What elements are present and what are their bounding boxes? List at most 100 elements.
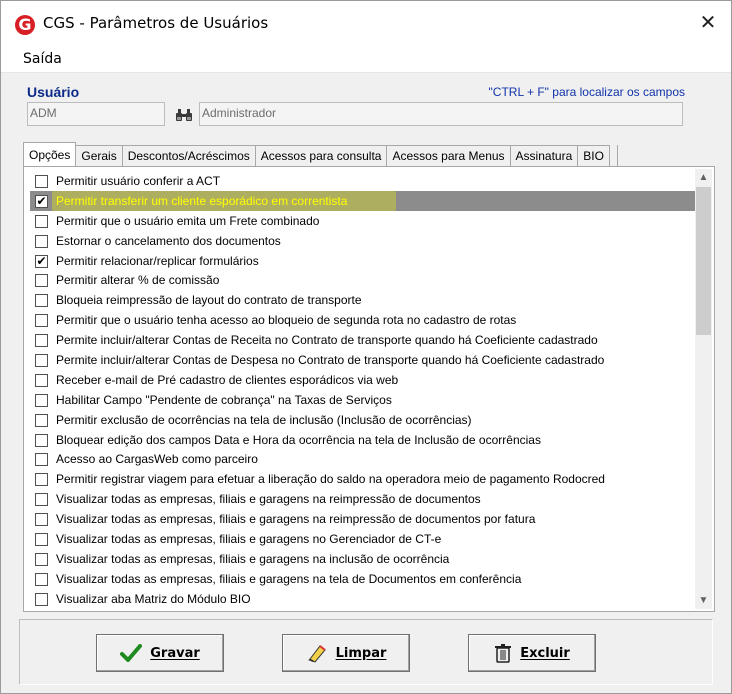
option-checkbox[interactable]	[35, 533, 48, 547]
user-name-field[interactable]: Administrador	[199, 102, 683, 126]
tab-assinatura[interactable]: Assinatura	[510, 145, 579, 167]
options-list: Permitir usuário conferir a ACT ✔ Permitir…	[30, 171, 696, 609]
option-row[interactable]: Habilitar Campo "Pendente de cobrança" n…	[30, 390, 696, 410]
option-row[interactable]: Permitir alterar % de comissão	[30, 270, 696, 290]
trash-icon	[494, 643, 512, 663]
checkmark-icon	[120, 644, 143, 662]
option-row[interactable]: Permitir exclusão de ocorrências na tela…	[30, 410, 696, 430]
user-label: Usuário	[27, 84, 80, 100]
option-label: Permitir transferir um cliente esporádic…	[56, 193, 348, 208]
tab-filler	[610, 145, 618, 167]
close-button[interactable]: ✕	[685, 1, 731, 43]
scroll-down-icon[interactable]: ▼	[695, 592, 712, 609]
tab-acessos-menus[interactable]: Acessos para Menus	[387, 145, 511, 167]
option-row[interactable]: Acesso ao CargasWeb como parceiro	[30, 449, 696, 469]
option-label: Permitir usuário conferir a ACT	[56, 174, 221, 188]
option-checkbox[interactable]	[35, 314, 48, 328]
tab-gerais[interactable]: Gerais	[76, 145, 123, 167]
option-label: Bloquear edição dos campos Data e Hora d…	[56, 432, 541, 447]
tab-acessos-consulta[interactable]: Acessos para consulta	[255, 145, 388, 167]
option-label: Habilitar Campo "Pendente de cobrança" n…	[56, 392, 392, 407]
option-checkbox[interactable]	[35, 413, 48, 427]
tab-strip: Opções Gerais Descontos/Acréscimos Acess…	[23, 141, 709, 168]
option-row[interactable]: ✔ Permitir transferir um cliente esporádi…	[30, 190, 696, 211]
excluir-button[interactable]: Excluir	[468, 634, 596, 672]
app-window: G CGS - Parâmetros de Usuários ✕ Saída U…	[0, 0, 732, 694]
option-checkbox[interactable]	[35, 274, 48, 288]
option-label: Estornar o cancelamento dos documentos	[56, 233, 281, 248]
option-checkbox[interactable]	[35, 572, 48, 586]
excluir-label: Excluir	[520, 645, 570, 661]
option-row[interactable]: Visualizar todas as empresas, filiais e …	[30, 509, 696, 529]
option-row[interactable]: Visualizar todas as empresas, filiais e …	[30, 549, 696, 569]
option-checkbox[interactable]	[35, 453, 48, 467]
option-checkbox[interactable]	[35, 294, 48, 308]
option-label: Visualizar todas as empresas, filiais e …	[56, 551, 450, 566]
scroll-thumb[interactable]	[696, 187, 711, 335]
option-label: Acesso ao CargasWeb como parceiro	[56, 452, 258, 467]
tab-descontos-acrescimos[interactable]: Descontos/Acréscimos	[122, 145, 256, 167]
title-bar: G CGS - Parâmetros de Usuários ✕	[1, 1, 731, 43]
option-label: Permite incluir/alterar Contas de Despes…	[56, 353, 605, 368]
scroll-up-icon[interactable]: ▲	[695, 169, 712, 186]
vertical-scrollbar[interactable]: ▲ ▼	[695, 169, 712, 609]
user-code-field[interactable]: ADM	[27, 102, 165, 126]
option-checkbox[interactable]	[35, 214, 48, 228]
option-row[interactable]: Permite incluir/alterar Contas de Receit…	[30, 330, 696, 350]
option-label: Visualizar todas as empresas, filiais e …	[56, 532, 442, 547]
option-label: Permitir alterar % de comissão	[56, 273, 220, 288]
limpar-label: Limpar	[335, 645, 387, 661]
option-row[interactable]: Bloquear edição dos campos Data e Hora d…	[30, 430, 696, 450]
option-row[interactable]: Permitir que o usuário tenha acesso ao b…	[30, 310, 696, 330]
option-checkbox[interactable]	[35, 592, 48, 606]
option-checkbox[interactable]	[35, 493, 48, 507]
gravar-label: Gravar	[150, 645, 200, 661]
option-label: Permitir que o usuário emita um Frete co…	[56, 213, 320, 228]
option-row[interactable]: Visualizar todas as empresas, filiais e …	[30, 569, 696, 589]
option-row[interactable]: Estornar o cancelamento dos documentos	[30, 231, 696, 251]
user-lookup-button[interactable]	[173, 105, 195, 125]
option-label: Visualizar todas as empresas, filiais e …	[56, 512, 536, 527]
option-row[interactable]: ✔ Permitir relacionar/replicar formulário…	[30, 251, 696, 271]
option-row[interactable]: Bloqueia reimpressão de layout do contra…	[30, 290, 696, 310]
option-label: Visualizar aba Matriz do Módulo BIO	[56, 591, 251, 606]
option-row[interactable]: Visualizar aba Matriz do Módulo BIO	[30, 589, 696, 609]
binoculars-icon	[176, 109, 192, 121]
option-checkbox[interactable]	[35, 373, 48, 387]
tab-bio[interactable]: BIO	[578, 145, 610, 167]
option-checkbox[interactable]	[35, 234, 48, 248]
option-row[interactable]: Permitir registrar viagem para efetuar a…	[30, 469, 696, 489]
gravar-button[interactable]: Gravar	[96, 634, 224, 672]
option-checkbox[interactable]	[35, 393, 48, 407]
option-checkbox[interactable]	[35, 552, 48, 566]
option-label: Permitir registrar viagem para efetuar a…	[56, 472, 605, 487]
close-icon: ✕	[699, 11, 717, 34]
option-checkbox[interactable]	[35, 513, 48, 527]
option-checkbox[interactable]	[35, 473, 48, 487]
option-label: Permitir relacionar/replicar formulários	[56, 253, 259, 268]
eraser-icon	[306, 643, 328, 663]
option-label: Receber e-mail de Pré cadastro de client…	[56, 372, 399, 387]
option-label: Permite incluir/alterar Contas de Receit…	[56, 333, 598, 348]
app-logo-icon: G	[15, 15, 35, 35]
option-row[interactable]: Permitir que o usuário emita um Frete co…	[30, 211, 696, 231]
option-checkbox[interactable]	[35, 354, 48, 368]
option-row[interactable]: Visualizar todas as empresas, filiais e …	[30, 529, 696, 549]
option-row[interactable]: Visualizar todas as empresas, filiais e …	[30, 489, 696, 509]
option-checkbox[interactable]	[35, 175, 48, 188]
option-row[interactable]: Receber e-mail de Pré cadastro de client…	[30, 370, 696, 390]
option-checkbox[interactable]	[35, 334, 48, 348]
option-checkbox[interactable]: ✔	[35, 194, 48, 208]
option-label: Permitir que o usuário tenha acesso ao b…	[56, 313, 517, 328]
option-checkbox[interactable]: ✔	[35, 254, 48, 268]
menu-item-saida[interactable]: Saída	[23, 51, 62, 67]
options-panel: Permitir usuário conferir a ACT ✔ Permitir…	[23, 166, 715, 612]
option-label: Bloqueia reimpressão de layout do contra…	[56, 293, 362, 308]
option-checkbox[interactable]	[35, 433, 48, 447]
window-title: CGS - Parâmetros de Usuários	[43, 14, 269, 32]
button-bar: Gravar Limpar Excluir	[19, 619, 713, 685]
limpar-button[interactable]: Limpar	[282, 634, 410, 672]
option-row[interactable]: Permitir usuário conferir a ACT	[30, 171, 696, 191]
option-row[interactable]: Permite incluir/alterar Contas de Despes…	[30, 350, 696, 370]
tab-opcoes[interactable]: Opções	[23, 142, 77, 168]
